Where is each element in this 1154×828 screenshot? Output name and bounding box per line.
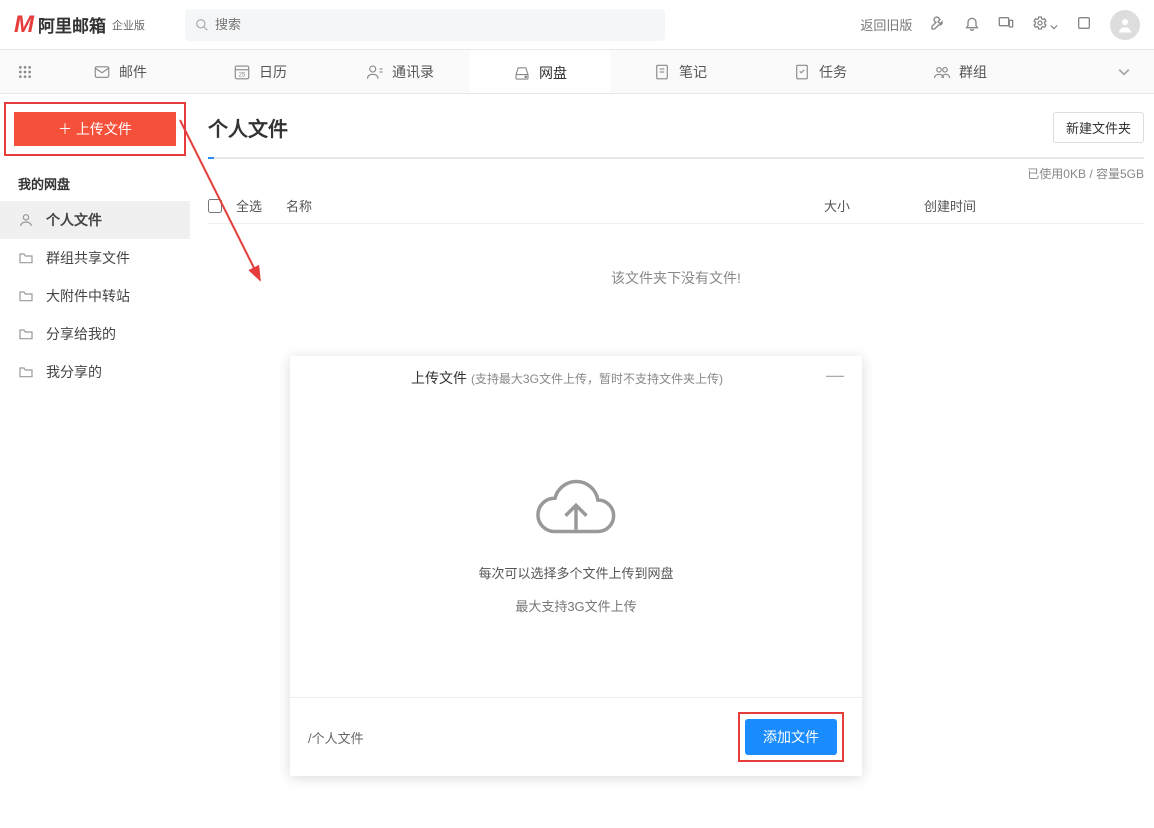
calendar-icon: 25 (233, 63, 251, 81)
sidebar-item-shared-to-me[interactable]: 分享给我的 (0, 315, 190, 353)
th-size[interactable]: 大小 (824, 196, 924, 215)
th-name[interactable]: 名称 (286, 196, 824, 215)
folder-share-icon (18, 250, 34, 266)
nav-label: 网盘 (539, 63, 567, 83)
add-file-button[interactable]: 添加文件 (745, 719, 837, 755)
sidebar-section-title: 我的网盘 (0, 162, 190, 201)
skin-icon[interactable] (1076, 15, 1092, 34)
devices-icon[interactable] (998, 15, 1014, 34)
apps-grid-icon[interactable] (0, 50, 50, 93)
content-header: 个人文件 新建文件夹 (208, 112, 1144, 143)
sidebar-item-group-share[interactable]: 群组共享文件 (0, 239, 190, 277)
logo-text: 阿里邮箱 (38, 12, 106, 37)
sidebar-item-label: 分享给我的 (46, 324, 116, 344)
top-bar: M 阿里邮箱 企业版 返回旧版 (0, 0, 1154, 50)
empty-folder-message: 该文件夹下没有文件! (208, 268, 1144, 288)
minimize-icon[interactable]: — (826, 370, 844, 386)
nav-label: 笔记 (679, 62, 707, 82)
mail-icon (93, 63, 111, 81)
nav-row: 邮件 25 日历 通讯录 网盘 笔记 任务 群组 (0, 50, 1154, 94)
nav-calendar[interactable]: 25 日历 (190, 50, 330, 93)
search-icon (195, 18, 209, 32)
folder-out-icon (18, 364, 34, 380)
logo-subtext: 企业版 (112, 17, 145, 33)
nav-more-chevron-icon[interactable] (1094, 50, 1154, 93)
page-title: 个人文件 (208, 113, 288, 142)
svg-text:25: 25 (239, 72, 246, 78)
top-right-tools: 返回旧版 (860, 10, 1140, 40)
th-select-all[interactable]: 全选 (236, 196, 286, 215)
cloud-upload-icon (531, 479, 621, 549)
groups-icon (933, 63, 951, 81)
tasks-icon (793, 63, 811, 81)
drive-icon (513, 64, 531, 82)
search-input[interactable] (215, 17, 655, 32)
table-header: 全选 名称 大小 创建时间 (208, 188, 1144, 224)
upload-modal: 上传文件 (支持最大3G文件上传，暂时不支持文件夹上传) — 每次可以选择多个文… (290, 356, 862, 776)
folder-in-icon (18, 326, 34, 342)
notes-icon (653, 63, 671, 81)
sidebar-item-shared-by-me[interactable]: 我分享的 (0, 353, 190, 391)
search-bar[interactable] (185, 9, 665, 41)
sidebar-item-label: 个人文件 (46, 210, 102, 230)
nav-notes[interactable]: 笔记 (610, 50, 750, 93)
modal-path: /个人文件 (308, 728, 364, 747)
usage-bar (208, 157, 1144, 159)
upload-button-highlight: ＋ 上传文件 (4, 102, 186, 156)
wrench-icon[interactable] (930, 15, 946, 34)
nav-label: 邮件 (119, 62, 147, 82)
nav-mail[interactable]: 邮件 (50, 50, 190, 93)
nav-label: 任务 (819, 62, 847, 82)
upload-button[interactable]: ＋ 上传文件 (14, 112, 176, 146)
modal-body[interactable]: 每次可以选择多个文件上传到网盘 最大支持3G文件上传 (290, 396, 862, 697)
gear-icon[interactable] (1032, 15, 1058, 34)
select-all-checkbox[interactable] (208, 199, 222, 213)
bell-icon[interactable] (964, 15, 980, 34)
logo-icon: M (14, 11, 34, 39)
sidebar-item-label: 群组共享文件 (46, 248, 130, 268)
usage-text: 已使用0KB / 容量5GB (208, 165, 1144, 182)
nav-label: 通讯录 (392, 62, 434, 82)
nav-groups[interactable]: 群组 (890, 50, 1030, 93)
modal-title: 上传文件 (支持最大3G文件上传，暂时不支持文件夹上传) (308, 368, 826, 388)
modal-hint-2: 最大支持3G文件上传 (515, 596, 636, 615)
modal-hint-1: 每次可以选择多个文件上传到网盘 (478, 563, 673, 582)
nav-label: 日历 (259, 62, 287, 82)
modal-footer: /个人文件 添加文件 (290, 697, 862, 776)
nav-tasks[interactable]: 任务 (750, 50, 890, 93)
sidebar-item-label: 大附件中转站 (46, 286, 130, 306)
sidebar-item-attachment-transit[interactable]: 大附件中转站 (0, 277, 190, 315)
sidebar-item-personal-files[interactable]: 个人文件 (0, 201, 190, 239)
nav-contacts[interactable]: 通讯录 (330, 50, 470, 93)
nav-drive[interactable]: 网盘 (470, 50, 610, 93)
modal-header: 上传文件 (支持最大3G文件上传，暂时不支持文件夹上传) — (290, 356, 862, 396)
person-icon (18, 212, 34, 228)
avatar[interactable] (1110, 10, 1140, 40)
sidebar-item-label: 我分享的 (46, 362, 102, 382)
modal-subtitle: (支持最大3G文件上传，暂时不支持文件夹上传) (471, 372, 723, 386)
nav-label: 群组 (959, 62, 987, 82)
new-folder-button[interactable]: 新建文件夹 (1053, 112, 1144, 143)
folder-attach-icon (18, 288, 34, 304)
back-old-link[interactable]: 返回旧版 (860, 15, 912, 34)
contacts-icon (366, 63, 384, 81)
add-file-highlight: 添加文件 (738, 712, 844, 762)
th-time[interactable]: 创建时间 (924, 196, 1144, 215)
sidebar: ＋ 上传文件 我的网盘 个人文件 群组共享文件 大附件中转站 分享给我的 我分享… (0, 94, 190, 828)
